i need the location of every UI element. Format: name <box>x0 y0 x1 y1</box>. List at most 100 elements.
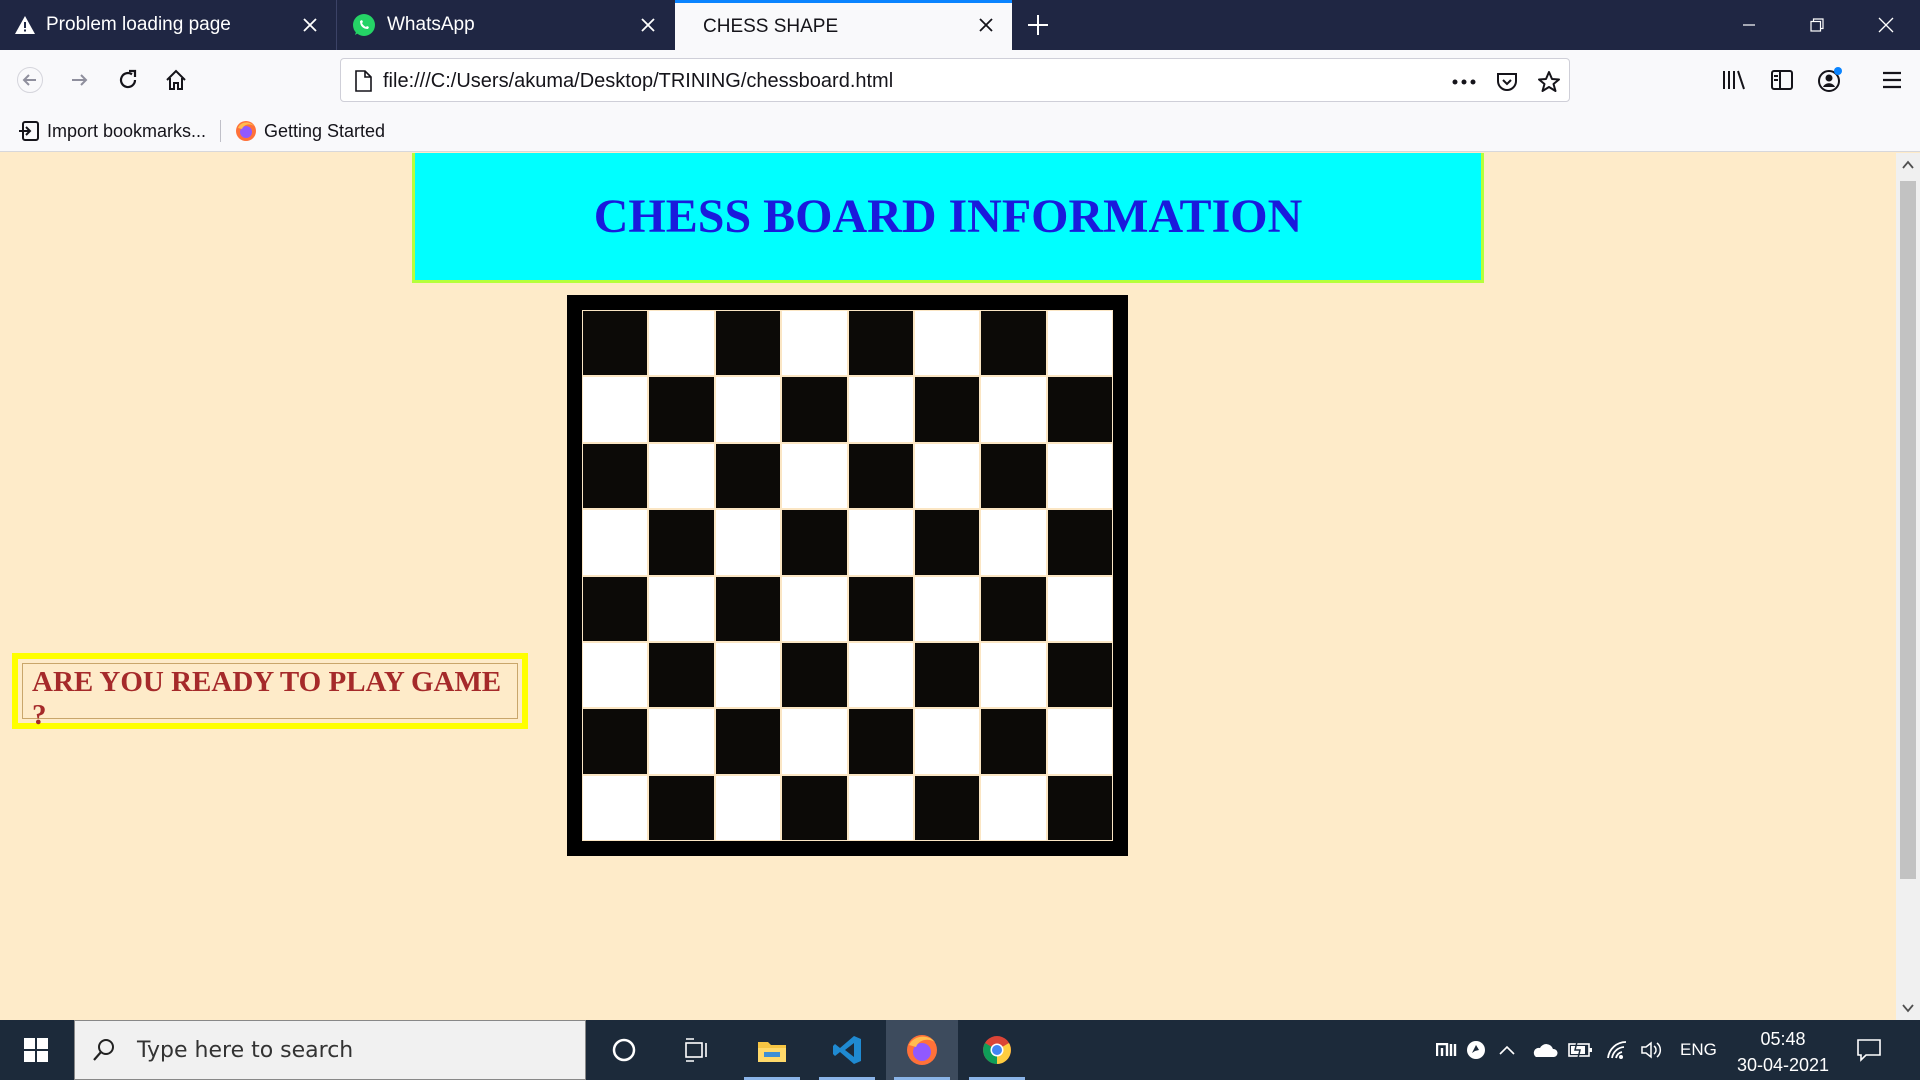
firefox-icon <box>236 121 256 141</box>
clock-time: 05:48 <box>1760 1029 1806 1049</box>
show-hidden-icons-icon[interactable] <box>1498 1020 1516 1080</box>
back-button[interactable] <box>14 64 46 96</box>
scrollbar-thumb[interactable] <box>1900 181 1916 879</box>
library-button[interactable] <box>1718 64 1750 96</box>
volume-tray-icon[interactable] <box>1640 1020 1664 1080</box>
light-square <box>583 775 648 840</box>
taskbar-search-box[interactable]: Type here to search <box>74 1020 586 1080</box>
sync-tray-icon[interactable] <box>1466 1020 1486 1080</box>
page-content: CHESS BOARD INFORMATION ARE YOU READY TO… <box>0 153 1896 1020</box>
bookmarks-toolbar: Import bookmarks... Getting Started <box>0 110 1920 152</box>
whatsapp-icon <box>353 14 375 36</box>
onedrive-tray-icon[interactable] <box>1530 1020 1558 1080</box>
minimize-icon[interactable] <box>1734 10 1764 40</box>
dark-square <box>914 642 980 708</box>
dark-square <box>981 311 1046 376</box>
action-center-icon[interactable] <box>1856 1020 1882 1080</box>
tab-chess-shape[interactable]: CHESS SHAPE <box>675 0 1012 50</box>
file-explorer-icon[interactable] <box>736 1020 808 1080</box>
close-window-icon[interactable] <box>1871 10 1901 40</box>
url-bar[interactable]: file:///C:/Users/akuma/Desktop/TRINING/c… <box>340 58 1570 102</box>
dark-square <box>848 576 913 641</box>
light-square <box>1047 709 1112 774</box>
light-square <box>914 576 980 641</box>
close-tab-icon[interactable] <box>974 13 998 37</box>
light-square <box>583 510 648 575</box>
cortana-icon[interactable] <box>588 1020 660 1080</box>
light-square <box>1047 576 1112 641</box>
page-heading: CHESS BOARD INFORMATION <box>593 190 1303 243</box>
light-square <box>649 443 714 509</box>
account-icon <box>1818 67 1842 92</box>
mi-tray-icon[interactable] <box>1436 1020 1458 1080</box>
dark-square <box>848 311 913 376</box>
light-square <box>914 709 980 774</box>
library-icon <box>1723 70 1745 90</box>
forward-button[interactable] <box>64 64 96 96</box>
wifi-tray-icon[interactable] <box>1606 1020 1630 1080</box>
dark-square <box>782 377 847 442</box>
start-button[interactable] <box>0 1020 72 1080</box>
task-view-icon[interactable] <box>660 1020 732 1080</box>
home-button[interactable] <box>160 64 192 96</box>
dark-square <box>715 443 781 509</box>
vertical-scrollbar[interactable] <box>1896 153 1920 1020</box>
close-tab-icon[interactable] <box>298 13 322 37</box>
dark-square <box>914 510 980 575</box>
dark-square <box>914 775 980 840</box>
dark-square <box>1047 642 1112 708</box>
clock-date: 30-04-2021 <box>1736 1055 1830 1075</box>
bookmark-import[interactable]: Import bookmarks... <box>18 118 206 144</box>
light-square <box>715 510 781 575</box>
light-square <box>981 377 1046 442</box>
light-square <box>848 377 913 442</box>
sidebar-button[interactable] <box>1766 64 1798 96</box>
light-square <box>782 576 847 641</box>
vscode-icon[interactable] <box>811 1020 883 1080</box>
light-square <box>782 311 847 376</box>
bookmark-getting-started[interactable]: Getting Started <box>235 118 385 144</box>
tab-whatsapp[interactable]: WhatsApp <box>337 0 674 50</box>
bookmark-star-icon[interactable] <box>1536 69 1562 95</box>
bookmark-separator <box>220 120 221 142</box>
light-square <box>715 377 781 442</box>
dark-square <box>649 377 714 442</box>
windows-taskbar: Type here to search ENG 05:48 30-04-2021 <box>0 1020 1920 1080</box>
dark-square <box>1047 510 1112 575</box>
url-text[interactable]: file:///C:/Users/akuma/Desktop/TRINING/c… <box>383 70 893 93</box>
home-icon <box>166 69 186 90</box>
dark-square <box>782 510 847 575</box>
scroll-down-icon[interactable] <box>1900 1000 1916 1016</box>
tab-title: WhatsApp <box>387 14 475 35</box>
ready-prompt-text: ARE YOU READY TO PLAY GAME ? <box>32 666 502 731</box>
new-tab-icon[interactable] <box>1024 11 1052 39</box>
dark-square <box>848 443 913 509</box>
light-square <box>981 642 1046 708</box>
light-square <box>981 775 1046 840</box>
light-square <box>1047 311 1112 376</box>
light-square <box>848 642 913 708</box>
close-tab-icon[interactable] <box>636 13 660 37</box>
firefox-icon[interactable] <box>886 1020 958 1080</box>
light-square <box>715 775 781 840</box>
light-square <box>1047 443 1112 509</box>
taskbar-clock[interactable]: 05:48 30-04-2021 <box>1728 1026 1838 1078</box>
battery-tray-icon[interactable] <box>1568 1020 1594 1080</box>
language-indicator[interactable]: ENG <box>1680 1020 1717 1080</box>
dark-square <box>782 775 847 840</box>
chrome-icon[interactable] <box>961 1020 1033 1080</box>
light-square <box>782 443 847 509</box>
menu-button[interactable] <box>1876 64 1908 96</box>
light-square <box>583 642 648 708</box>
search-icon <box>93 1039 114 1061</box>
search-placeholder: Type here to search <box>137 1037 354 1063</box>
dark-square <box>649 510 714 575</box>
scroll-up-icon[interactable] <box>1900 157 1916 173</box>
light-square <box>649 311 714 376</box>
page-actions-icon[interactable] <box>1451 69 1477 95</box>
restore-icon[interactable] <box>1802 10 1832 40</box>
pocket-icon[interactable] <box>1494 69 1520 95</box>
tab-problem-loading[interactable]: Problem loading page <box>0 0 336 50</box>
reload-button[interactable] <box>112 64 144 96</box>
account-button[interactable] <box>1814 64 1846 96</box>
